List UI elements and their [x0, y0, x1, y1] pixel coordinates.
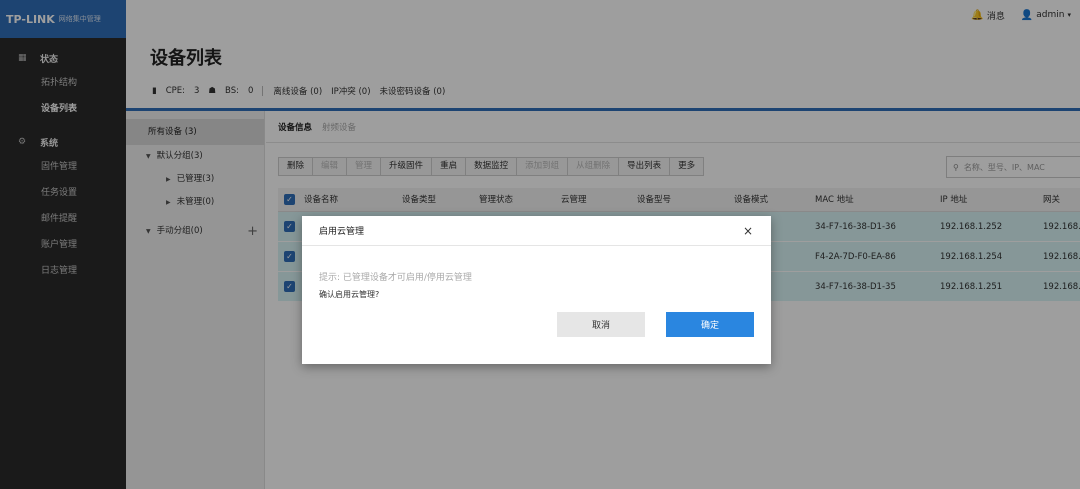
cancel-button[interactable]: 取消	[557, 312, 645, 337]
dialog-message: 确认启用云管理?	[319, 290, 380, 299]
dialog-header: 启用云管理 ×	[302, 216, 771, 246]
enable-cloud-dialog: 启用云管理 × 提示: 已管理设备才可启用/停用云管理 确认启用云管理? 取消 …	[302, 216, 771, 364]
dialog-title: 启用云管理	[319, 227, 365, 237]
close-icon[interactable]: ×	[743, 224, 753, 238]
dialog-hint: 提示: 已管理设备才可启用/停用云管理	[319, 273, 472, 283]
confirm-button[interactable]: 确定	[666, 312, 754, 337]
